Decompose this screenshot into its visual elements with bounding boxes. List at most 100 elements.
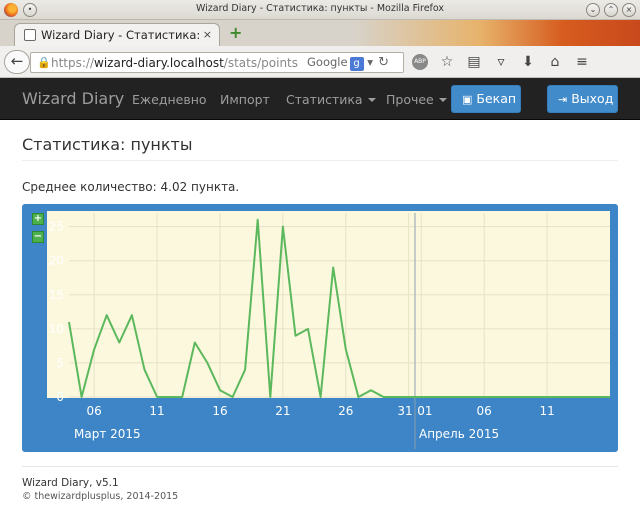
new-tab-icon[interactable]: + xyxy=(229,25,242,41)
download-icon[interactable]: ⬇ xyxy=(520,54,536,70)
data-point[interactable] xyxy=(444,395,448,399)
search-engine-label: Google xyxy=(307,55,348,69)
data-point[interactable] xyxy=(407,395,411,399)
average-text: Среднее количество: 4.02 пункта. xyxy=(22,180,240,194)
data-point[interactable] xyxy=(256,218,260,222)
zoom-out-button[interactable]: − xyxy=(32,231,44,243)
url-text[interactable]: https://wizard-diary.localhost/stats/poi… xyxy=(51,56,298,70)
data-point[interactable] xyxy=(595,395,599,399)
data-point[interactable] xyxy=(369,388,373,392)
close-window-icon[interactable]: × xyxy=(622,3,636,17)
data-point[interactable] xyxy=(268,395,272,399)
data-point[interactable] xyxy=(193,340,197,344)
bookmark-star-icon[interactable]: ☆ xyxy=(439,54,455,70)
data-point[interactable] xyxy=(231,395,235,399)
data-point[interactable] xyxy=(419,395,423,399)
lock-icon: 🔒 xyxy=(37,56,51,69)
chevron-down-icon xyxy=(438,98,447,102)
nav-import[interactable]: Импорт xyxy=(220,92,270,107)
y-tick-label: 15 xyxy=(49,288,64,302)
nav-statistics[interactable]: Статистика xyxy=(286,92,376,107)
data-point[interactable] xyxy=(583,395,587,399)
x-tick-label: 01 xyxy=(417,404,432,418)
tab-wizard-diary[interactable]: Wizard Diary - Статистика: пун… × xyxy=(14,23,220,46)
url-bar[interactable]: 🔒 https://wizard-diary.localhost/stats/p… xyxy=(30,52,404,73)
data-point[interactable] xyxy=(80,395,84,399)
adblock-icon[interactable]: ABP xyxy=(412,54,428,70)
reload-icon[interactable]: ↻ xyxy=(378,55,389,70)
data-point[interactable] xyxy=(608,395,612,399)
browser-icons: ABP ☆ ▤ ▿ ⬇ ⌂ ≡ xyxy=(412,54,590,70)
minimize-icon[interactable]: ⌄ xyxy=(586,3,600,17)
data-point[interactable] xyxy=(545,395,549,399)
logout-button[interactable]: ⇥ Выход xyxy=(547,85,618,113)
data-point[interactable] xyxy=(495,395,499,399)
series-line xyxy=(68,218,610,398)
data-point[interactable] xyxy=(92,347,96,351)
zoom-in-button[interactable]: + xyxy=(32,213,44,225)
backup-button[interactable]: ▣ Бекап xyxy=(451,85,521,113)
home-icon[interactable]: ⌂ xyxy=(547,54,563,70)
save-icon: ▣ xyxy=(462,93,473,106)
data-point[interactable] xyxy=(344,347,348,351)
y-tick-label: 10 xyxy=(49,322,64,336)
data-point[interactable] xyxy=(67,320,71,324)
url-prefix: https:// xyxy=(51,56,95,70)
tab-strip: Wizard Diary - Статистика: пун… × + xyxy=(0,20,640,46)
back-button[interactable]: ← xyxy=(4,50,30,74)
y-tick-label: 5 xyxy=(56,356,64,370)
data-point[interactable] xyxy=(293,334,297,338)
chevron-down-icon xyxy=(367,98,376,102)
data-point[interactable] xyxy=(356,395,360,399)
data-point[interactable] xyxy=(243,368,247,372)
x-tick-label: 11 xyxy=(539,404,554,418)
data-point[interactable] xyxy=(319,395,323,399)
tab-close-icon[interactable]: × xyxy=(203,28,212,41)
data-point[interactable] xyxy=(432,395,436,399)
app-navbar: Wizard Diary Ежедневно Импорт Статистика… xyxy=(0,78,640,120)
data-point[interactable] xyxy=(117,340,121,344)
data-point[interactable] xyxy=(382,395,386,399)
nav-statistics-label: Статистика xyxy=(286,92,363,107)
data-point[interactable] xyxy=(130,313,134,317)
maximize-icon[interactable]: ⌃ xyxy=(604,3,618,17)
data-point[interactable] xyxy=(142,368,146,372)
data-point[interactable] xyxy=(457,395,461,399)
data-point[interactable] xyxy=(168,395,172,399)
reading-list-icon[interactable]: ▤ xyxy=(466,54,482,70)
x-tick-label: 26 xyxy=(338,404,353,418)
data-point[interactable] xyxy=(570,395,574,399)
brand-link[interactable]: Wizard Diary xyxy=(22,89,124,108)
data-point[interactable] xyxy=(331,266,335,270)
data-point[interactable] xyxy=(394,395,398,399)
month-label-april: Апрель 2015 xyxy=(419,427,499,441)
search-engine-box[interactable]: Google g ▾ xyxy=(307,55,373,71)
data-point[interactable] xyxy=(558,395,562,399)
backup-label: Бекап xyxy=(476,91,517,106)
window-titlebar: • Wizard Diary - Статистика: пункты - Mo… xyxy=(0,0,640,20)
data-point[interactable] xyxy=(520,395,524,399)
x-tick-label: 21 xyxy=(275,404,290,418)
y-tick-label: 0 xyxy=(56,390,64,404)
data-point[interactable] xyxy=(180,395,184,399)
data-point[interactable] xyxy=(155,395,159,399)
points-chart: 0 5 10 15 20 25 06 11 16 21 26 31 01 06 11 Март 2015 Апр… xyxy=(49,213,612,449)
data-point[interactable] xyxy=(306,327,310,331)
data-point[interactable] xyxy=(218,388,222,392)
data-point[interactable] xyxy=(533,395,537,399)
pocket-icon[interactable]: ▿ xyxy=(493,54,509,70)
data-point[interactable] xyxy=(105,313,109,317)
hamburger-menu-icon[interactable]: ≡ xyxy=(574,54,590,70)
data-point[interactable] xyxy=(482,395,486,399)
data-point[interactable] xyxy=(205,361,209,365)
x-tick-label: 16 xyxy=(212,404,227,418)
data-point[interactable] xyxy=(470,395,474,399)
data-point[interactable] xyxy=(281,225,285,229)
y-tick-label: 20 xyxy=(49,254,64,268)
nav-daily[interactable]: Ежедневно xyxy=(132,92,207,107)
data-point[interactable] xyxy=(507,395,511,399)
nav-other-label: Прочее xyxy=(386,92,434,107)
x-tick-label: 31 xyxy=(397,404,412,418)
nav-other[interactable]: Прочее xyxy=(386,92,447,107)
footer-copyright: © thewizardplusplus, 2014-2015 xyxy=(22,491,179,502)
